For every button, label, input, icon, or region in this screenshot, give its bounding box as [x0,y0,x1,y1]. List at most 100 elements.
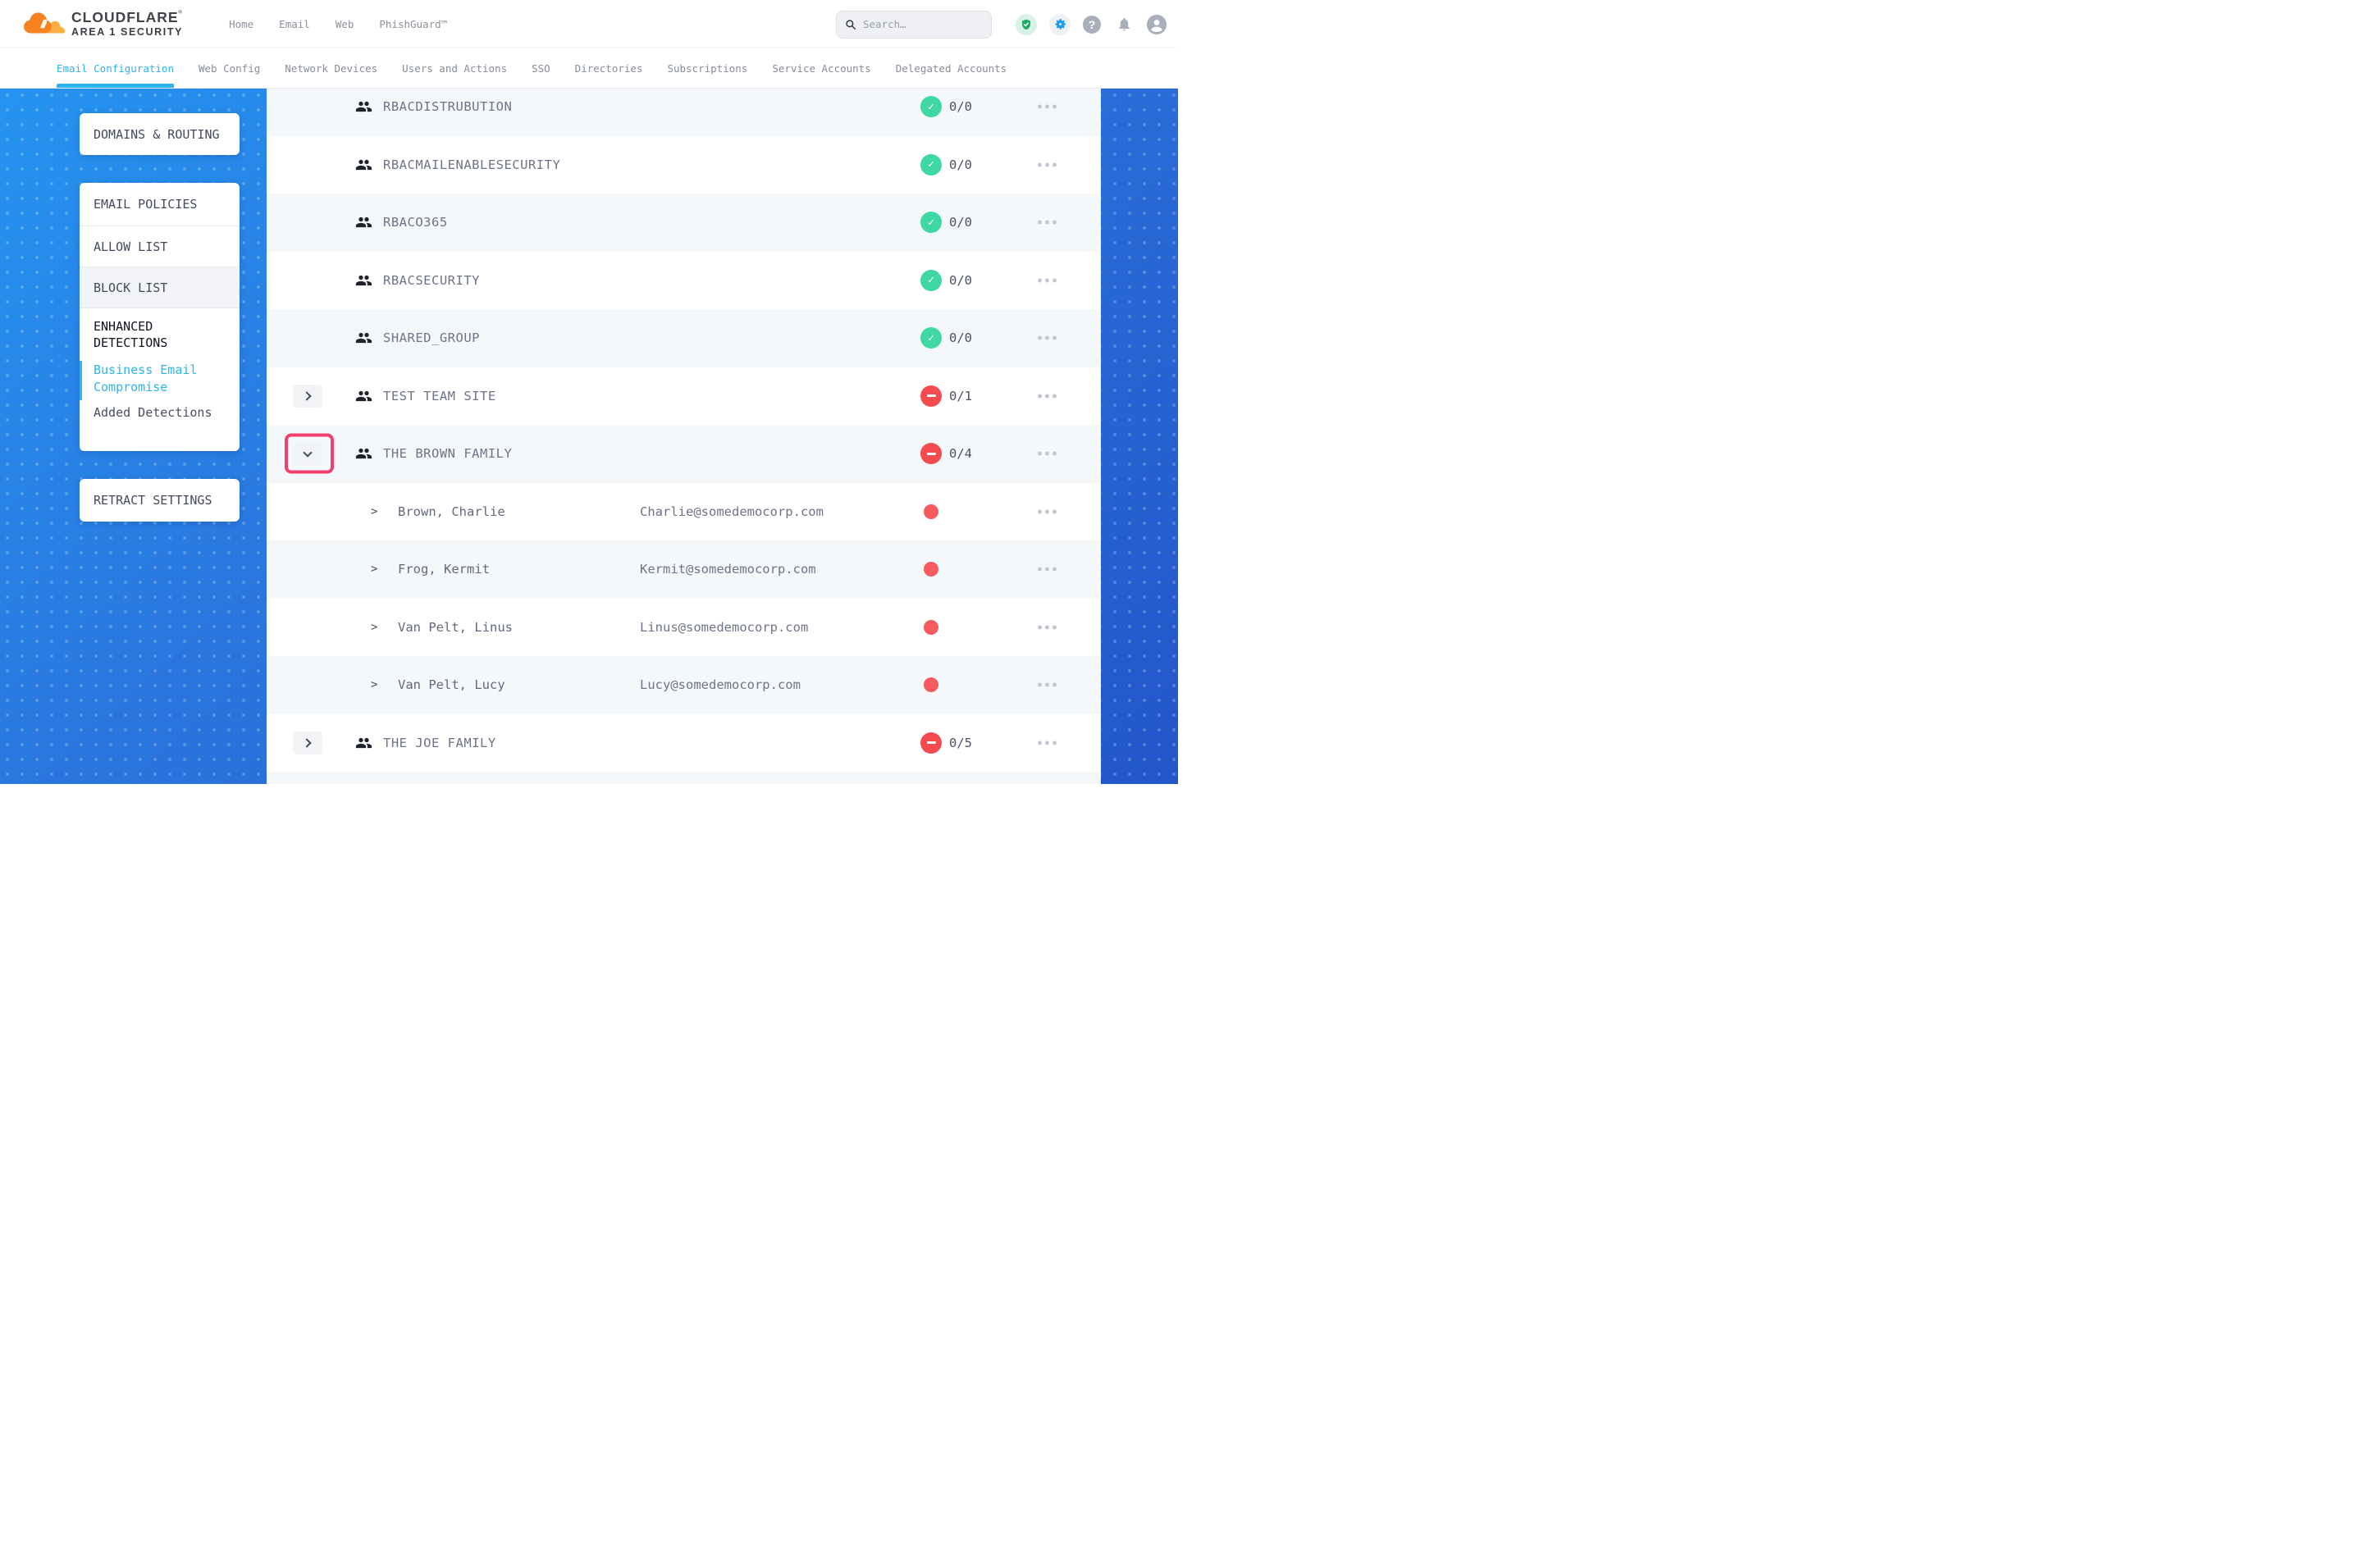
row-actions-button[interactable] [1036,157,1058,171]
member-count: 0/0 [949,330,972,345]
top-nav: Home Email Web PhishGuard™ [229,18,447,30]
search-icon [845,19,856,30]
row-actions-button[interactable] [1036,216,1058,230]
app-window: CLOUDFLARE® AREA 1 SECURITY Home Email W… [0,0,1178,784]
group-icon [355,214,372,231]
sidebar-item-allow-list[interactable]: ALLOW LIST [80,226,240,267]
member-count: 0/0 [949,273,972,288]
search-input[interactable] [863,18,978,30]
row-actions-button[interactable] [1036,620,1058,634]
member-name[interactable]: Frog, Kermit [398,562,490,577]
groups-table: RBACDISTRUBUTION ✓ 0/0 RBACMAILENABLESEC… [267,88,1101,784]
status-ok-badge: ✓ [920,327,942,349]
member-count: 0/0 [949,99,972,114]
row-actions-button[interactable] [1036,736,1058,750]
top-nav-home[interactable]: Home [229,18,253,30]
member-count: 0/1 [949,389,972,403]
status-blocked-badge [920,385,942,407]
row-actions-button[interactable] [1036,389,1058,403]
sidebar-card-domains-routing: DOMAINS & ROUTING [80,113,240,155]
chevron-down-icon [303,448,312,457]
table-row: TEST TEAM SITE 0/1 [267,367,1101,426]
group-name[interactable]: RBACO365 [383,215,448,230]
account-icon[interactable] [1147,15,1167,34]
notifications-bell-icon[interactable] [1113,14,1135,35]
settings-gear-icon[interactable] [1049,14,1071,35]
row-actions-button[interactable] [1036,100,1058,114]
brand-registered-mark: ® [179,9,182,16]
table-row: SHARED_GROUP ✓ 0/0 [267,309,1101,367]
row-actions-button[interactable] [1036,504,1058,518]
status-ok-badge: ✓ [920,154,942,175]
row-actions-button[interactable] [1036,563,1058,577]
status-ok-badge: ✓ [920,212,942,233]
top-nav-web[interactable]: Web [336,18,354,30]
chevron-right-icon[interactable]: > [371,505,377,518]
member-email: Kermit@somedemocorp.com [640,562,816,577]
group-name[interactable]: TEST TEAM SITE [383,389,496,403]
sidebar-item-domains-routing[interactable]: DOMAINS & ROUTING [80,113,240,155]
member-row: > Frog, Kermit Kermit@somedemocorp.com [267,540,1101,599]
member-row: > Brown, Charlie Charlie@somedemocorp.co… [267,483,1101,541]
sidebar-section-enhanced-detections: ENHANCED DETECTIONS Business Email Compr… [80,308,240,420]
sidebar-item-email-policies[interactable]: EMAIL POLICIES [80,183,240,226]
tab-web-config[interactable]: Web Config [199,48,260,88]
sidebar-item-retract-settings[interactable]: RETRACT SETTINGS [80,479,240,522]
tab-sso[interactable]: SSO [532,48,550,88]
row-actions-button[interactable] [1036,273,1058,287]
header-right-cluster: ? [836,0,1167,48]
table-row: RBACO365 ✓ 0/0 [267,194,1101,252]
tab-service-accounts[interactable]: Service Accounts [772,48,870,88]
sidebar-item-block-list[interactable]: BLOCK LIST [80,267,240,308]
member-name[interactable]: Brown, Charlie [398,504,505,519]
tab-subscriptions[interactable]: Subscriptions [667,48,747,88]
table-row: THE JOE FAMILY 0/5 [267,714,1101,773]
row-actions-button[interactable] [1036,331,1058,345]
tab-delegated-accounts[interactable]: Delegated Accounts [896,48,1007,88]
expand-row-button[interactable] [293,732,322,754]
group-icon [355,271,372,289]
brand-name: CLOUDFLARE [71,9,179,25]
collapse-row-button[interactable] [293,442,322,465]
member-count: 0/0 [949,215,972,230]
top-nav-email[interactable]: Email [279,18,310,30]
security-shield-icon[interactable] [1016,14,1037,35]
top-nav-phishguard[interactable]: PhishGuard™ [379,18,447,30]
group-icon [355,445,372,463]
row-actions-button[interactable] [1036,678,1058,692]
search-box[interactable] [836,11,992,39]
chevron-right-icon[interactable]: > [371,678,377,691]
sidebar-card-retract-settings: RETRACT SETTINGS [80,479,240,522]
cloudflare-logo: CLOUDFLARE® AREA 1 SECURITY [22,10,183,38]
group-name[interactable]: RBACMAILENABLESECURITY [383,157,560,172]
tab-email-configuration[interactable]: Email Configuration [57,48,174,88]
tab-users-and-actions[interactable]: Users and Actions [402,48,507,88]
table-row: RBACSECURITY ✓ 0/0 [267,252,1101,310]
group-name[interactable]: RBACDISTRUBUTION [383,99,512,114]
member-count: 0/0 [949,157,972,172]
status-blocked-badge [920,443,942,464]
group-name[interactable]: THE JOE FAMILY [383,736,496,750]
table-row: THE BROWN FAMILY 0/4 [267,425,1101,483]
tab-directories[interactable]: Directories [575,48,643,88]
help-icon[interactable]: ? [1083,16,1101,34]
row-actions-button[interactable] [1036,447,1058,461]
status-dot-red [924,504,938,519]
member-row: > Van Pelt, Linus Linus@somedemocorp.com [267,599,1101,657]
status-dot-red [924,620,938,635]
sidebar-item-business-email-compromise[interactable]: Business Email Compromise [94,362,228,396]
sidebar-item-enhanced-detections[interactable]: ENHANCED DETECTIONS [94,318,228,352]
chevron-right-icon[interactable]: > [371,563,377,576]
sidebar-item-added-detections[interactable]: Added Detections [94,405,228,420]
expand-row-button[interactable] [293,385,322,408]
group-name[interactable]: THE BROWN FAMILY [383,446,512,461]
group-icon [355,156,372,173]
table-row [267,772,1101,784]
member-name[interactable]: Van Pelt, Lucy [398,677,505,692]
group-name[interactable]: SHARED_GROUP [383,330,480,345]
member-name[interactable]: Van Pelt, Linus [398,620,513,635]
member-count: 0/4 [949,446,972,461]
chevron-right-icon[interactable]: > [371,621,377,634]
group-name[interactable]: RBACSECURITY [383,273,480,288]
tab-network-devices[interactable]: Network Devices [285,48,377,88]
